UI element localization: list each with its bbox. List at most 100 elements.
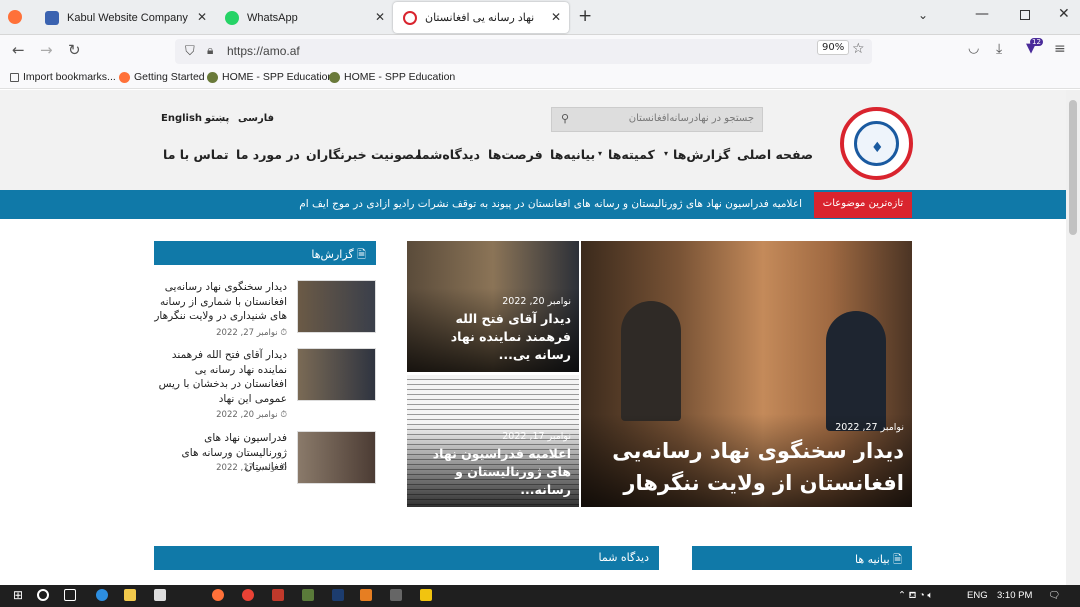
back-icon[interactable]: ← (12, 41, 25, 59)
opinions-title[interactable]: دیدگاه شما (598, 551, 649, 564)
windows-start-icon[interactable]: ⊞ (13, 588, 23, 602)
store-icon[interactable] (154, 589, 166, 601)
firefox-menu-icon[interactable] (8, 10, 22, 24)
report-item[interactable]: فدراسیون نهاد های ژورنالیستان ورسانه های… (154, 431, 376, 493)
close-tab-icon[interactable]: ✕ (375, 10, 385, 24)
edge-icon[interactable] (96, 589, 108, 601)
person-figure (826, 311, 886, 431)
spp-icon (329, 71, 340, 83)
menu-statements[interactable]: بیانیه‌ها (550, 147, 595, 162)
lock-icon: 🔒︎ (207, 43, 214, 57)
menu-opportunities[interactable]: فرصت‌ها (488, 147, 543, 162)
report-date-text: نوامبر 17, 2022 (216, 463, 278, 473)
system-tray-icons[interactable]: ⌃ ⛾ ◔ 🔈︎ (898, 590, 933, 602)
menu-committees[interactable]: کمیته‌ها (608, 147, 655, 162)
illustrator-icon[interactable] (360, 589, 372, 601)
tab-bar: Kabul Website Company ✕ WhatsApp ✕ نهاد … (0, 0, 1080, 35)
url-text: https://amo.af (227, 44, 300, 58)
sticky-notes-icon[interactable] (420, 589, 432, 601)
bookmark-label: Getting Started (134, 71, 205, 83)
post-title[interactable]: دیدار سخنگوی نهاد رسانه‌یی افغانستان از … (589, 436, 904, 499)
statements-header: 🗎︎ بیانیه ها (692, 546, 912, 570)
tab-amo[interactable]: نهاد رسانه یی افغانستان ✕ (393, 2, 569, 33)
reports-title[interactable]: گزارش‌ها (311, 248, 353, 261)
featured-main-post[interactable]: نوامبر 27, 2022 دیدار سخنگوی نهاد رسانه‌… (581, 241, 912, 507)
search-input[interactable]: جستجو در نهادرسانه‌افغانستان ⚲ (551, 107, 763, 132)
restore-icon[interactable] (1020, 10, 1030, 20)
tab-title: Kabul Website Company (67, 11, 188, 24)
address-bar[interactable]: ⛉ 🔒︎ https://amo.af (175, 39, 872, 64)
post-date: نوامبر 17, 2022 (502, 430, 571, 442)
bookmark-star-icon[interactable]: ☆ (852, 41, 865, 57)
report-item[interactable]: دیدار سخنگوی نهاد رسانه‌یی افغانستان با … (154, 280, 376, 342)
bookmark-spp-2[interactable]: HOME - SPP Education (329, 71, 455, 83)
menu-contact[interactable]: تماس با ما (163, 147, 229, 162)
report-item[interactable]: دیدار آقای فتح الله فرهمند نماینده نهاد … (153, 348, 376, 420)
nav-bar: ← → ↻ ⛉ 🔒︎ https://amo.af 90% ☆ ◡ ⤓ ▼ 12… (0, 35, 1080, 67)
document-icon: 🗎︎ (893, 553, 902, 566)
reload-icon[interactable]: ↻ (68, 41, 81, 59)
forward-icon[interactable]: → (40, 41, 53, 59)
file-explorer-icon[interactable] (124, 589, 136, 601)
chrome-icon[interactable] (242, 589, 254, 601)
post-date: نوامبر 27, 2022 (835, 422, 904, 433)
post-date: نوامبر 20, 2022 (502, 295, 571, 307)
menu-about[interactable]: در مورد ما (236, 147, 300, 162)
tab-title: نهاد رسانه یی افغانستان (425, 12, 535, 24)
zoom-indicator[interactable]: 90% (817, 40, 850, 55)
bookmark-getting-started[interactable]: Getting Started (119, 71, 205, 83)
clock[interactable]: 3:10 PM (997, 590, 1032, 601)
menu-journalist-safety[interactable]: مصونیت خبرنگاران (306, 147, 422, 162)
input-language[interactable]: ENG (967, 590, 988, 601)
menu-reports[interactable]: گزارش‌ها (673, 147, 730, 162)
firefox-icon[interactable] (212, 589, 224, 601)
report-thumbnail (297, 431, 376, 484)
ticker-label: تازه‌ترین موضوعات (814, 192, 912, 218)
search-icon[interactable] (37, 589, 49, 601)
lang-pashto[interactable]: پښتو (205, 113, 229, 124)
app-icon[interactable] (272, 589, 284, 601)
pocket-icon[interactable]: ◡ (968, 41, 979, 56)
minimize-icon[interactable]: — (975, 6, 989, 22)
calculator-icon[interactable] (390, 589, 402, 601)
report-title[interactable]: دیدار آقای فتح الله فرهمند نماینده نهاد … (153, 348, 287, 407)
close-tab-icon[interactable]: ✕ (197, 10, 207, 24)
site-logo[interactable]: ♦ (840, 107, 913, 180)
report-title[interactable]: دیدار سخنگوی نهاد رسانه‌یی افغانستان با … (153, 280, 287, 324)
page-scrollbar[interactable] (1066, 90, 1080, 585)
bookmark-import[interactable]: Import bookmarks... (10, 71, 116, 83)
tab-title: WhatsApp (247, 11, 298, 24)
import-icon (10, 72, 19, 82)
shield-icon: ⛉ (185, 43, 195, 58)
statements-title[interactable]: بیانیه ها (855, 553, 890, 566)
ticker-text[interactable]: اعلامیه فدراسیون نهاد های ژورنالیستان و … (155, 192, 810, 218)
photoshop-icon[interactable] (332, 589, 344, 601)
download-icon[interactable]: ⤓ (996, 41, 1002, 57)
close-tab-icon[interactable]: ✕ (551, 10, 561, 24)
tab-whatsapp[interactable]: WhatsApp ✕ (215, 2, 393, 33)
web-page: ♦ جستجو در نهادرسانه‌افغانستان ⚲ فارسی پ… (0, 90, 1066, 585)
search-icon[interactable]: ⚲ (561, 112, 569, 125)
featured-main-caption: نوامبر 27, 2022 دیدار سخنگوی نهاد رسانه‌… (581, 414, 912, 507)
menu-home[interactable]: صفحه اصلی (737, 147, 813, 162)
featured-bottom-post[interactable]: نوامبر 17, 2022 اعلامیه فدراسیون نهاد ها… (407, 375, 579, 507)
app-menu-icon[interactable]: ≡ (1054, 41, 1066, 57)
tab-kabul-website[interactable]: Kabul Website Company ✕ (35, 2, 215, 33)
new-tab-icon[interactable]: + (578, 6, 592, 26)
menu-your-opinion[interactable]: دیدگاه‌شما (417, 147, 480, 162)
lang-farsi[interactable]: فارسی (238, 113, 274, 124)
app-icon[interactable] (302, 589, 314, 601)
tab-list-icon[interactable]: ⌄ (918, 8, 928, 22)
post-title[interactable]: دیدار آقای فتح الله فرهمند نماینده نهاد … (415, 310, 571, 364)
task-view-icon[interactable] (64, 589, 76, 601)
bookmark-spp-1[interactable]: HOME - SPP Education (207, 71, 333, 83)
report-date-text: نوامبر 20, 2022 (216, 410, 278, 420)
post-title[interactable]: اعلامیه فدراسیون نهاد های ژورنالیستان و … (415, 445, 571, 499)
scroll-thumb[interactable] (1069, 100, 1077, 235)
featured-top-caption: نوامبر 20, 2022 دیدار آقای فتح الله فرهم… (407, 287, 579, 372)
notifications-icon[interactable]: 🗨︎ (1048, 590, 1060, 601)
kwc-favicon-icon (45, 10, 59, 25)
close-window-icon[interactable]: ✕ (1058, 6, 1070, 22)
lang-english[interactable]: English (161, 113, 202, 124)
featured-top-post[interactable]: نوامبر 20, 2022 دیدار آقای فتح الله فرهم… (407, 241, 579, 372)
